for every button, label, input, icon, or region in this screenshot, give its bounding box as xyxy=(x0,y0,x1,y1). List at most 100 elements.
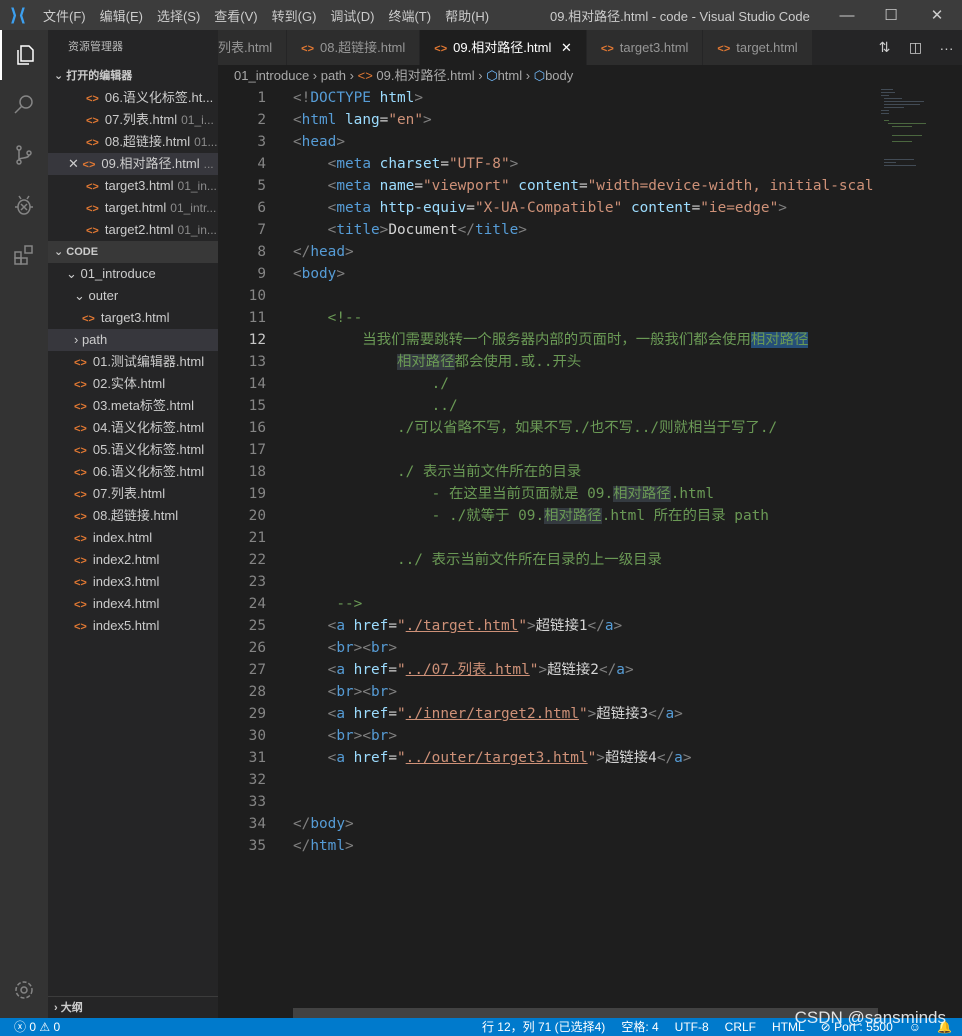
line-text: 相对路径都会使用.或..开头 xyxy=(293,351,581,373)
open-changes-icon[interactable]: ⇅ xyxy=(869,39,900,56)
problems-indicator[interactable]: ⓧ 0 ⚠ 0 xyxy=(14,1018,60,1036)
breadcrumb-item[interactable]: 09.相对路径.html xyxy=(376,68,474,83)
minimap[interactable] xyxy=(878,87,948,167)
file-item[interactable]: <> index2.html xyxy=(48,549,218,571)
code-token: > xyxy=(388,728,397,744)
menu-item[interactable]: 文件(F) xyxy=(36,6,93,25)
open-editor-item[interactable]: <> target2.html 01_in... xyxy=(48,219,218,241)
file-item[interactable]: <> 01.测试编辑器.html xyxy=(48,351,218,373)
menu-item[interactable]: 转到(G) xyxy=(265,6,324,25)
menu-item[interactable]: 调试(D) xyxy=(323,6,381,25)
close-tab-icon[interactable]: ✕ xyxy=(557,40,572,55)
workspace-section[interactable]: ⌄ CODE xyxy=(48,241,218,263)
open-editor-item[interactable]: <> 08.超链接.html 01... xyxy=(48,131,218,153)
activity-bar xyxy=(0,30,48,1018)
code-token: head xyxy=(310,244,345,260)
close-window-button[interactable]: ✕ xyxy=(914,0,960,30)
split-editor-icon[interactable]: ◫ xyxy=(900,39,931,56)
breadcrumb-item[interactable]: html xyxy=(498,68,523,83)
minimize-button[interactable]: — xyxy=(824,0,870,30)
section-label: CODE xyxy=(66,246,99,258)
file-item[interactable]: <> 02.实体.html xyxy=(48,373,218,395)
file-label: 06.语义化标签.ht... xyxy=(104,90,214,105)
line-text: - ./就等于 09.相对路径.html 所在的目录 path xyxy=(293,505,769,527)
debug-icon[interactable] xyxy=(0,180,48,230)
maximize-button[interactable]: ☐ xyxy=(868,0,914,30)
explorer-header: 资源管理器 xyxy=(68,41,123,53)
line-number: 13 xyxy=(248,354,266,370)
code-token: " xyxy=(397,750,406,766)
tab-2[interactable]: <> 09.相对路径.html ✕ xyxy=(420,30,587,65)
file-item[interactable]: <> 04.语义化标签.html xyxy=(48,417,218,439)
folder-outer[interactable]: ⌄ outer xyxy=(48,285,218,307)
line-number: 2 xyxy=(257,112,266,128)
search-icon[interactable] xyxy=(0,80,48,130)
code-token: href xyxy=(353,706,389,722)
more-actions-icon[interactable]: ··· xyxy=(931,40,962,56)
file-item[interactable]: <> index3.html xyxy=(48,571,218,593)
breadcrumb-item[interactable]: path xyxy=(321,68,346,83)
indentation[interactable]: 空格: 4 xyxy=(621,1018,658,1036)
open-editor-item[interactable]: <> 06.语义化标签.ht... xyxy=(48,87,218,109)
close-icon[interactable]: ✕ xyxy=(68,156,83,171)
menu-item[interactable]: 终端(T) xyxy=(381,6,438,25)
file-item[interactable]: <> index.html xyxy=(48,527,218,549)
line-text: --> xyxy=(293,593,362,615)
extensions-icon[interactable] xyxy=(0,230,48,280)
code-token: </ xyxy=(293,816,311,832)
code-line: 20 - ./就等于 09.相对路径.html 所在的目录 path xyxy=(218,505,873,527)
code-token: href xyxy=(353,750,389,766)
code-line: 7 <title>Document</title> xyxy=(218,219,873,241)
tab-1[interactable]: <> 08.超链接.html xyxy=(287,30,421,65)
breadcrumb-item[interactable]: body xyxy=(545,68,573,83)
line-number: 3 xyxy=(257,134,266,150)
section-label: 打开的编辑器 xyxy=(66,70,133,82)
file-item[interactable]: <> 03.meta标签.html xyxy=(48,395,218,417)
open-editor-item[interactable]: <> 07.列表.html 01_i... xyxy=(48,109,218,131)
explorer-icon[interactable] xyxy=(0,30,48,80)
horizontal-scrollbar[interactable] xyxy=(293,1008,878,1018)
end-of-line[interactable]: CRLF xyxy=(725,1018,756,1036)
line-number: 12 xyxy=(248,332,266,348)
file-item[interactable]: <> 08.超链接.html xyxy=(48,505,218,527)
settings-gear-icon[interactable] xyxy=(0,965,48,1015)
tab-0[interactable]: 列表.html xyxy=(218,30,288,65)
code-line: 19 - 在这里当前页面就是 09.相对路径.html xyxy=(218,483,873,505)
line-text: ../ xyxy=(293,395,458,417)
code-token: " xyxy=(397,706,406,722)
code-line: 16 ./可以省略不写，如果不写./也不写../则就相当于写了./ xyxy=(218,417,873,439)
folder-path[interactable]: › path xyxy=(48,329,218,351)
menu-item[interactable]: 帮助(H) xyxy=(438,6,496,25)
open-editors-section[interactable]: ⌄ 打开的编辑器 xyxy=(48,65,218,87)
outline-section[interactable]: › 大纲 xyxy=(48,996,218,1018)
code-editor[interactable]: 1 <!DOCTYPE html> 2 <html lang="en"> 3 <head>… xyxy=(218,87,874,857)
menu-item[interactable]: 编辑(E) xyxy=(93,6,150,25)
tab-3[interactable]: <> target3.html xyxy=(586,30,704,65)
file-item[interactable]: <> 07.列表.html xyxy=(48,483,218,505)
open-editor-item[interactable]: <> target.html 01_intr... xyxy=(48,197,218,219)
file-target3[interactable]: <> target3.html xyxy=(48,307,218,329)
file-item[interactable]: <> index4.html xyxy=(48,593,218,615)
open-editor-item[interactable]: <> target3.html 01_in... xyxy=(48,175,218,197)
code-token: charset xyxy=(379,156,441,172)
code-token: > xyxy=(344,816,354,832)
breadcrumb-item[interactable]: 01_introduce xyxy=(234,68,309,83)
file-item[interactable]: <> 05.语义化标签.html xyxy=(48,439,218,461)
menu-item[interactable]: 查看(V) xyxy=(207,6,264,25)
code-token: ./ xyxy=(293,376,449,392)
code-token: html xyxy=(301,112,337,128)
source-control-icon[interactable] xyxy=(0,130,48,180)
file-item[interactable]: <> index5.html xyxy=(48,615,218,637)
folder-01-introduce[interactable]: ⌄ 01_introduce xyxy=(48,263,218,285)
code-line: 15 ../ xyxy=(218,395,873,417)
open-editor-item[interactable]: ✕ <> 09.相对路径.html... xyxy=(48,153,218,175)
tab-4[interactable]: <> target.html xyxy=(703,30,813,65)
encoding[interactable]: UTF-8 xyxy=(675,1018,709,1036)
code-line: 28 <br><br> xyxy=(218,681,873,703)
code-line: 34 </body> xyxy=(218,813,873,835)
file-item[interactable]: <> 06.语义化标签.html xyxy=(48,461,218,483)
menu-item[interactable]: 选择(S) xyxy=(150,6,207,25)
cursor-position[interactable]: 行 12，列 71 (已选择4) xyxy=(482,1018,605,1036)
